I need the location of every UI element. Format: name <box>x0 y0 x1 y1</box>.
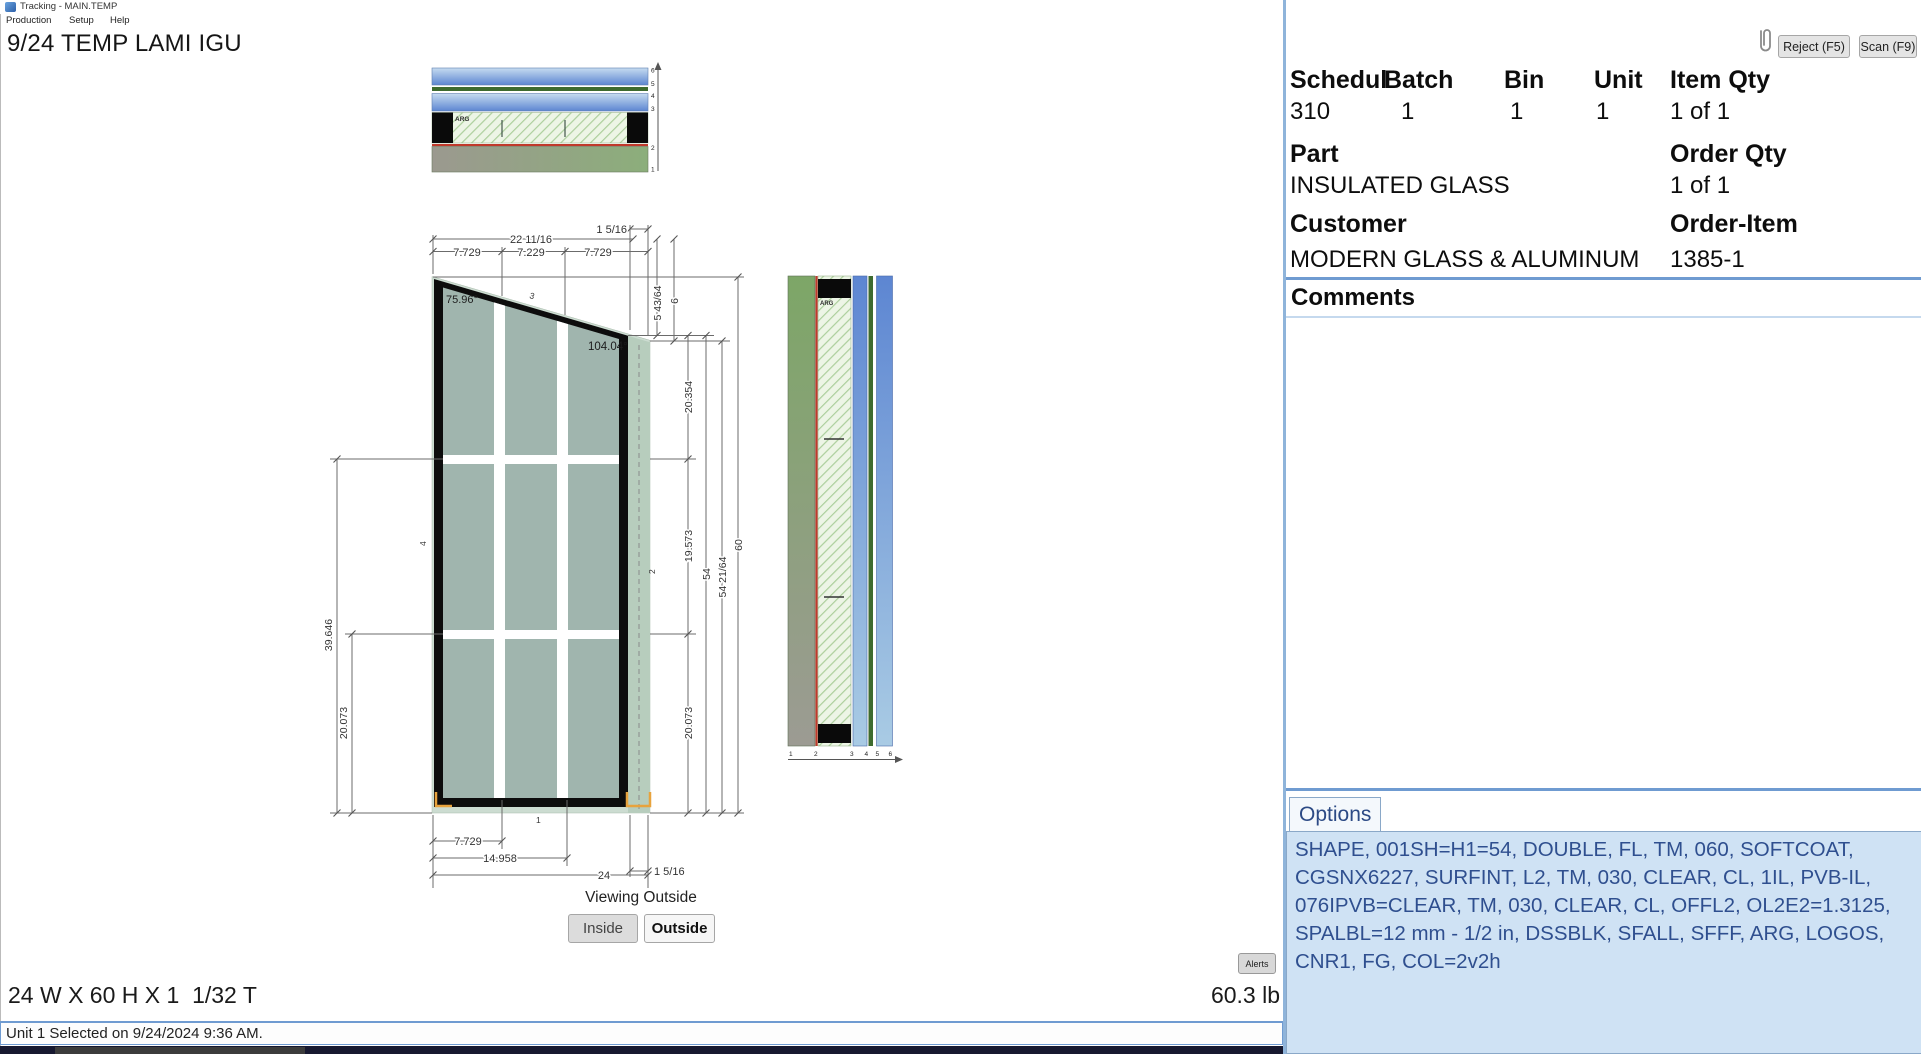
customer-label: Customer <box>1290 210 1407 239</box>
dim-right-4: 19.573 <box>683 530 695 562</box>
arg-label-h: ARG <box>455 116 469 123</box>
info-panel: Reject (F5) Scan (F9) Schedul Batch Bin … <box>1283 0 1921 1054</box>
dim-top-offset: 1 5/16 <box>596 224 627 236</box>
dim-bottom-3: 24 <box>598 870 610 882</box>
divider <box>1286 277 1921 280</box>
unit-label: Unit <box>1594 66 1643 95</box>
dim-right-6: 54 <box>701 568 713 580</box>
layer-number: 1 <box>651 167 655 174</box>
taskbar <box>0 1046 1283 1054</box>
angle-right: 104.04° <box>588 341 628 353</box>
paperclip-icon <box>1754 26 1774 56</box>
layer-number: 6 <box>889 751 893 758</box>
arg-label-v: ARG <box>820 301 834 307</box>
glass-area <box>443 288 619 799</box>
dim-top-seg1: 7.729 <box>453 247 481 259</box>
schedule-label: Schedul <box>1290 66 1387 95</box>
batch-value: 1 <box>1401 98 1414 126</box>
layer-number: 5 <box>876 751 880 758</box>
layer-number: 4 <box>865 751 869 758</box>
order-qty-label: Order Qty <box>1670 140 1787 169</box>
status-bar: Unit 1 Selected on 9/24/2024 9:36 AM. <box>0 1021 1283 1045</box>
unit-weight: 60.3 lb <box>1080 982 1280 1009</box>
viewing-label: Viewing Outside <box>541 889 741 907</box>
reject-button[interactable]: Reject (F5) <box>1778 35 1850 58</box>
tab-options[interactable]: Options <box>1289 797 1381 831</box>
edge-label-bottom: 1 <box>536 815 541 825</box>
divider <box>1286 788 1921 791</box>
batch-label: Batch <box>1384 66 1453 95</box>
horizontal-section: ARG 6 5 4 3 2 1 <box>432 62 662 174</box>
part-label: Part <box>1290 140 1339 169</box>
unit-value: 1 <box>1596 98 1609 126</box>
layer-number: 3 <box>651 106 655 113</box>
bin-value: 1 <box>1510 98 1523 126</box>
elevation-view: 75.96° 104.04° 3 4 2 1 <box>418 277 657 826</box>
dim-bottom-1: 7.729 <box>454 836 482 848</box>
dim-bottom-2: 14.958 <box>483 853 517 865</box>
dim-top-total: 22 11/16 <box>510 234 552 246</box>
options-text: SHAPE, 001SH=H1=54, DOUBLE, FL, TM, 060,… <box>1286 831 1921 1054</box>
item-qty-label: Item Qty <box>1670 66 1770 95</box>
unit-size: 24 W X 60 H X 1 1/32 T <box>8 982 257 1009</box>
edge-label-right: 2 <box>647 569 657 574</box>
order-qty-value: 1 of 1 <box>1670 172 1730 200</box>
igu-drawing: ARG 6 5 4 3 2 1 75.96° 104.04° 3 4 2 1 <box>0 0 1280 1020</box>
customer-value: MODERN GLASS & ALUMINUM <box>1290 246 1639 274</box>
edge-label-left: 4 <box>418 541 428 546</box>
dim-left-2: 20.073 <box>338 707 350 739</box>
part-value: INSULATED GLASS <box>1290 172 1510 200</box>
dim-right-5: 20.073 <box>683 707 695 739</box>
order-item-label: Order-Item <box>1670 210 1798 239</box>
inside-button[interactable]: Inside <box>568 914 638 943</box>
dim-left-1: 39.646 <box>323 619 335 651</box>
dim-right-3: 20.354 <box>683 381 695 413</box>
vertical-section: ARG 1 2 3 4 5 6 <box>788 276 903 763</box>
angle-left: 75.96° <box>446 294 478 306</box>
layer-number: 2 <box>814 751 818 758</box>
taskbar-segment <box>55 1047 305 1054</box>
layer-number: 4 <box>651 93 655 100</box>
scan-button[interactable]: Scan (F9) <box>1859 35 1917 58</box>
dim-right-7: 54 21/64 <box>717 556 729 597</box>
alerts-button[interactable]: Alerts <box>1238 953 1276 974</box>
dim-right-1: 5 43/64 <box>652 285 664 320</box>
schedule-value: 310 <box>1290 98 1330 126</box>
item-qty-value: 1 of 1 <box>1670 98 1730 126</box>
dim-right-8: 60 <box>733 539 745 551</box>
dim-right-2: 6 <box>669 298 681 304</box>
bin-label: Bin <box>1504 66 1544 95</box>
outside-button[interactable]: Outside <box>644 914 715 943</box>
layer-number: 5 <box>651 81 655 88</box>
edge-label-top: 3 <box>528 290 536 301</box>
layer-number: 3 <box>850 751 854 758</box>
comments-label: Comments <box>1291 284 1415 312</box>
dim-top-seg2: 7.229 <box>517 247 545 259</box>
options-section: Options SHAPE, 001SH=H1=54, DOUBLE, FL, … <box>1286 788 1921 1054</box>
layer-number: 6 <box>651 68 655 75</box>
layer-number: 2 <box>651 145 655 152</box>
dim-bottom-4: 1 5/16 <box>654 866 685 878</box>
dim-top-seg3: 7.729 <box>584 247 612 259</box>
comments-area[interactable] <box>1286 318 1921 788</box>
layer-number: 1 <box>789 751 793 758</box>
order-item-value: 1385-1 <box>1670 246 1745 274</box>
